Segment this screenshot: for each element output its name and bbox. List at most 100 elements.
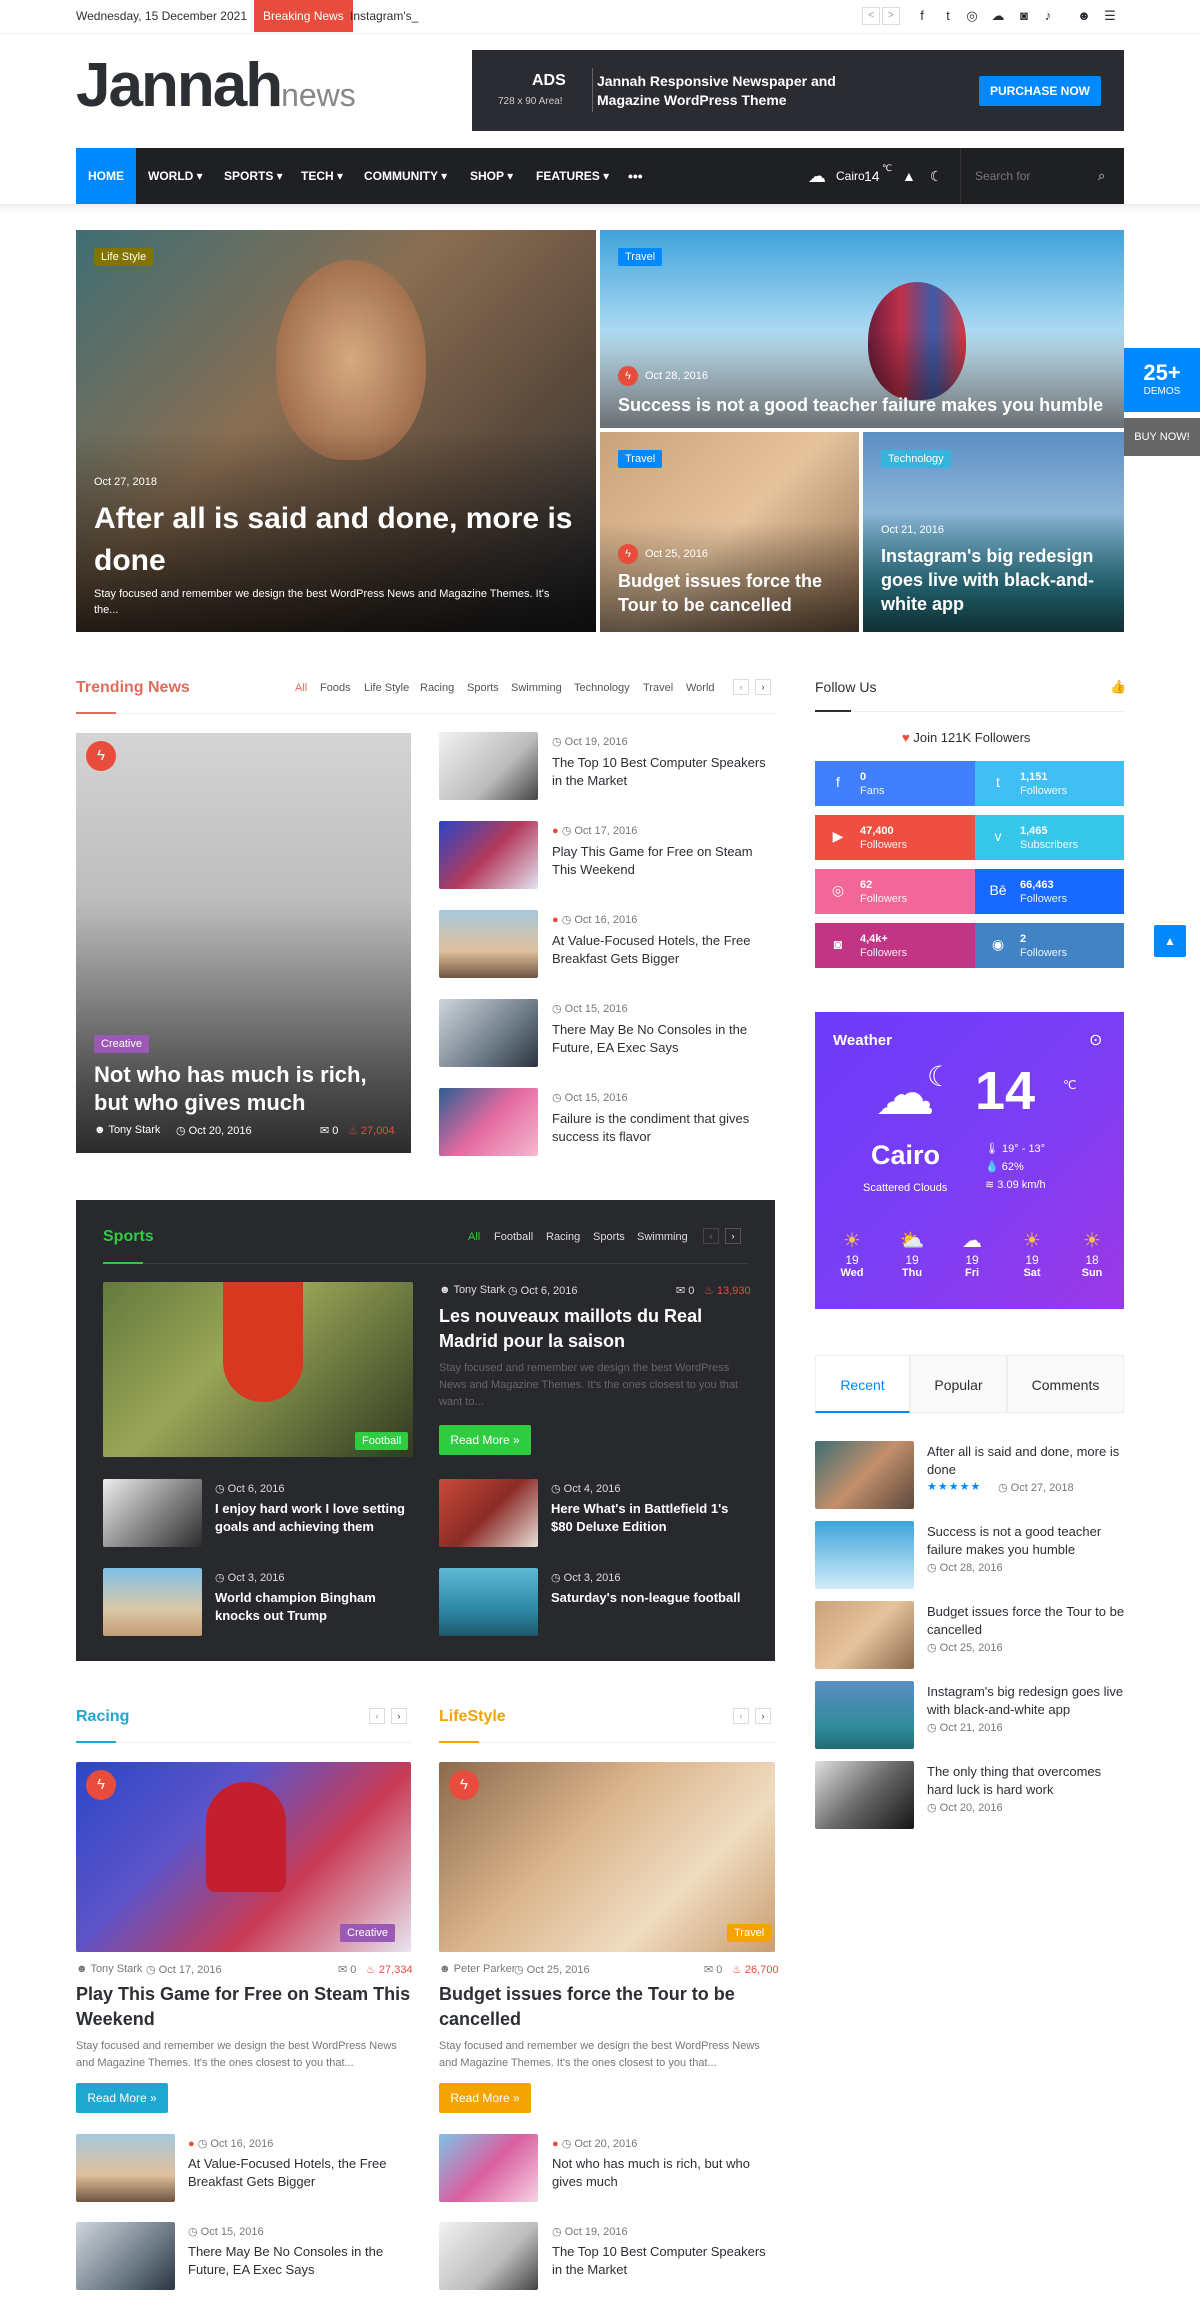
sports-prev-button[interactable]: ‹ (703, 1228, 719, 1244)
ticker-next-button[interactable]: > (882, 7, 900, 25)
hero-card-2[interactable]: Travel ϟ Oct 28, 2016 Success is not a g… (600, 230, 1124, 428)
trending-main[interactable]: ϟ Creative Not who has much is rich, but… (76, 733, 411, 1153)
lifestyle-read-more-button[interactable]: Read More » (439, 2083, 531, 2113)
hero-main-category[interactable]: Life Style (94, 248, 154, 266)
sports-filter-football[interactable]: Football (494, 1231, 533, 1243)
trending-prev-button[interactable]: ‹ (733, 679, 749, 695)
trending-filter-racing[interactable]: Racing (420, 682, 454, 694)
recent-title[interactable]: After all is said and done, more is done (927, 1443, 1127, 1479)
sports-next-button[interactable]: › (725, 1228, 741, 1244)
scroll-top-button[interactable]: ▲ (1154, 925, 1186, 957)
sports-main-category[interactable]: Football (355, 1432, 409, 1450)
sports-filter-sports[interactable]: Sports (593, 1231, 625, 1243)
sports-item-thumb[interactable] (439, 1479, 538, 1547)
hero-card-3-category[interactable]: Travel (618, 450, 663, 468)
nav-sports[interactable]: SPORTS ▾ (224, 148, 283, 204)
trending-filter-all[interactable]: All (295, 682, 307, 694)
nav-world[interactable]: WORLD ▾ (148, 148, 203, 204)
nav-community[interactable]: COMMUNITY ▾ (364, 148, 447, 204)
sports-item-thumb[interactable] (439, 1568, 538, 1636)
lifestyle-post-title[interactable]: Budget issues force the Tour to be cance… (439, 1982, 775, 2032)
hero-card-2-category[interactable]: Travel (618, 248, 663, 266)
trending-item-thumb[interactable] (439, 1088, 538, 1156)
moon-icon[interactable]: ☾ (930, 148, 943, 204)
trending-filter-world[interactable]: World (686, 682, 715, 694)
follow-twitter[interactable]: t 1,151 Followers (975, 761, 1124, 806)
recent-thumb[interactable] (815, 1441, 914, 1509)
sports-item-title[interactable]: Saturday's non-league football (551, 1589, 751, 1607)
tab-comments[interactable]: Comments (1007, 1355, 1124, 1413)
racing-main-image[interactable]: ϟ Creative (76, 1762, 411, 1952)
bag-icon[interactable]: ▲ (902, 148, 916, 204)
follow-behance[interactable]: Bē 66,463 Followers (975, 869, 1124, 914)
hero-main-title[interactable]: After all is said and done, more is done (94, 498, 574, 582)
trending-item-thumb[interactable] (439, 821, 538, 889)
trending-item-thumb[interactable] (439, 910, 538, 978)
lifestyle-item-title[interactable]: Not who has much is rich, but who gives … (552, 2155, 777, 2191)
trending-filter-travel[interactable]: Travel (643, 682, 673, 694)
sports-main-title[interactable]: Les nouveaux maillots du Real Madrid pou… (439, 1304, 749, 1354)
hero-card-3[interactable]: Travel ϟ Oct 25, 2016 Budget issues forc… (600, 432, 859, 632)
lifestyle-item-thumb[interactable] (439, 2222, 538, 2290)
racing-item-thumb[interactable] (76, 2134, 175, 2202)
racing-category[interactable]: Creative (340, 1924, 395, 1942)
follow-vimeo[interactable]: v 1,465 Subscribers (975, 815, 1124, 860)
recent-title[interactable]: Budget issues force the Tour to be cance… (927, 1603, 1127, 1639)
tab-popular[interactable]: Popular (910, 1355, 1007, 1413)
lifestyle-category[interactable]: Travel (727, 1924, 772, 1942)
breaking-news-ticker[interactable]: Instagram's_ (350, 9, 418, 23)
buy-now-button[interactable]: BUY NOW! (1124, 418, 1200, 456)
location-icon[interactable]: ⊙ (1089, 1030, 1102, 1050)
trending-filter-foods[interactable]: Foods (320, 682, 351, 694)
header-ad[interactable]: ADS 728 x 90 Area! Jannah Responsive New… (472, 50, 1124, 131)
purchase-now-button[interactable]: PURCHASE NOW (979, 76, 1101, 106)
hero-card-2-title[interactable]: Success is not a good teacher failure ma… (618, 393, 1108, 417)
hero-card-4-category[interactable]: Technology (881, 450, 951, 468)
recent-title[interactable]: Success is not a good teacher failure ma… (927, 1523, 1127, 1559)
site-logo[interactable]: Jannahnews (76, 55, 356, 117)
trending-filter-lifestyle[interactable]: Life Style (364, 682, 409, 694)
lifestyle-main-image[interactable]: ϟ Travel (439, 1762, 775, 1952)
sports-item-title[interactable]: I enjoy hard work I love setting goals a… (215, 1500, 415, 1536)
recent-thumb[interactable] (815, 1601, 914, 1669)
tiktok-icon[interactable]: ♪ (1040, 8, 1056, 24)
nav-features[interactable]: FEATURES ▾ (536, 148, 609, 204)
racing-read-more-button[interactable]: Read More » (76, 2083, 168, 2113)
hero-card-4-title[interactable]: Instagram's big redesign goes live with … (881, 544, 1111, 616)
dribbble-icon[interactable]: ◎ (964, 8, 980, 24)
sports-filter-swimming[interactable]: Swimming (637, 1231, 688, 1243)
racing-item-title[interactable]: There May Be No Consoles in the Future, … (188, 2243, 413, 2279)
twitter-icon[interactable]: t (940, 8, 956, 24)
racing-item-thumb[interactable] (76, 2222, 175, 2290)
demos-badge[interactable]: 25+ DEMOS (1124, 348, 1200, 412)
menu-icon[interactable]: ☰ (1102, 8, 1118, 24)
recent-title[interactable]: Instagram's big redesign goes live with … (927, 1683, 1127, 1719)
recent-thumb[interactable] (815, 1761, 914, 1829)
trending-item-title[interactable]: Failure is the condiment that gives succ… (552, 1110, 777, 1146)
instagram-icon[interactable]: ◙ (1016, 8, 1032, 24)
sports-item-title[interactable]: World champion Bingham knocks out Trump (215, 1589, 415, 1625)
trending-main-category[interactable]: Creative (94, 1035, 149, 1053)
trending-next-button[interactable]: › (755, 679, 771, 695)
recent-thumb[interactable] (815, 1521, 914, 1589)
trending-filter-technology[interactable]: Technology (574, 682, 630, 694)
nav-tech[interactable]: TECH ▾ (301, 148, 343, 204)
nav-more[interactable]: ••• (628, 148, 643, 204)
recent-title[interactable]: The only thing that overcomes hard luck … (927, 1763, 1127, 1799)
lifestyle-prev-button[interactable]: ‹ (733, 1708, 749, 1724)
hero-main[interactable]: Life Style Oct 27, 2018 After all is sai… (76, 230, 596, 632)
hero-card-4[interactable]: Technology Oct 21, 2016 Instagram's big … (863, 432, 1124, 632)
racing-next-button[interactable]: › (391, 1708, 407, 1724)
trending-item-thumb[interactable] (439, 732, 538, 800)
lifestyle-item-title[interactable]: The Top 10 Best Computer Speakers in the… (552, 2243, 777, 2279)
racing-prev-button[interactable]: ‹ (369, 1708, 385, 1724)
nav-home[interactable]: HOME (76, 148, 136, 204)
trending-main-title[interactable]: Not who has much is rich, but who gives … (94, 1061, 394, 1117)
search-icon[interactable]: ⌕ (1098, 148, 1105, 204)
soundcloud-icon[interactable]: ☁ (990, 8, 1006, 24)
recent-thumb[interactable] (815, 1681, 914, 1749)
racing-item-title[interactable]: At Value-Focused Hotels, the Free Breakf… (188, 2155, 413, 2191)
racing-post-title[interactable]: Play This Game for Free on Steam This We… (76, 1982, 411, 2032)
trending-filter-sports[interactable]: Sports (467, 682, 499, 694)
tab-recent[interactable]: Recent (815, 1355, 910, 1413)
